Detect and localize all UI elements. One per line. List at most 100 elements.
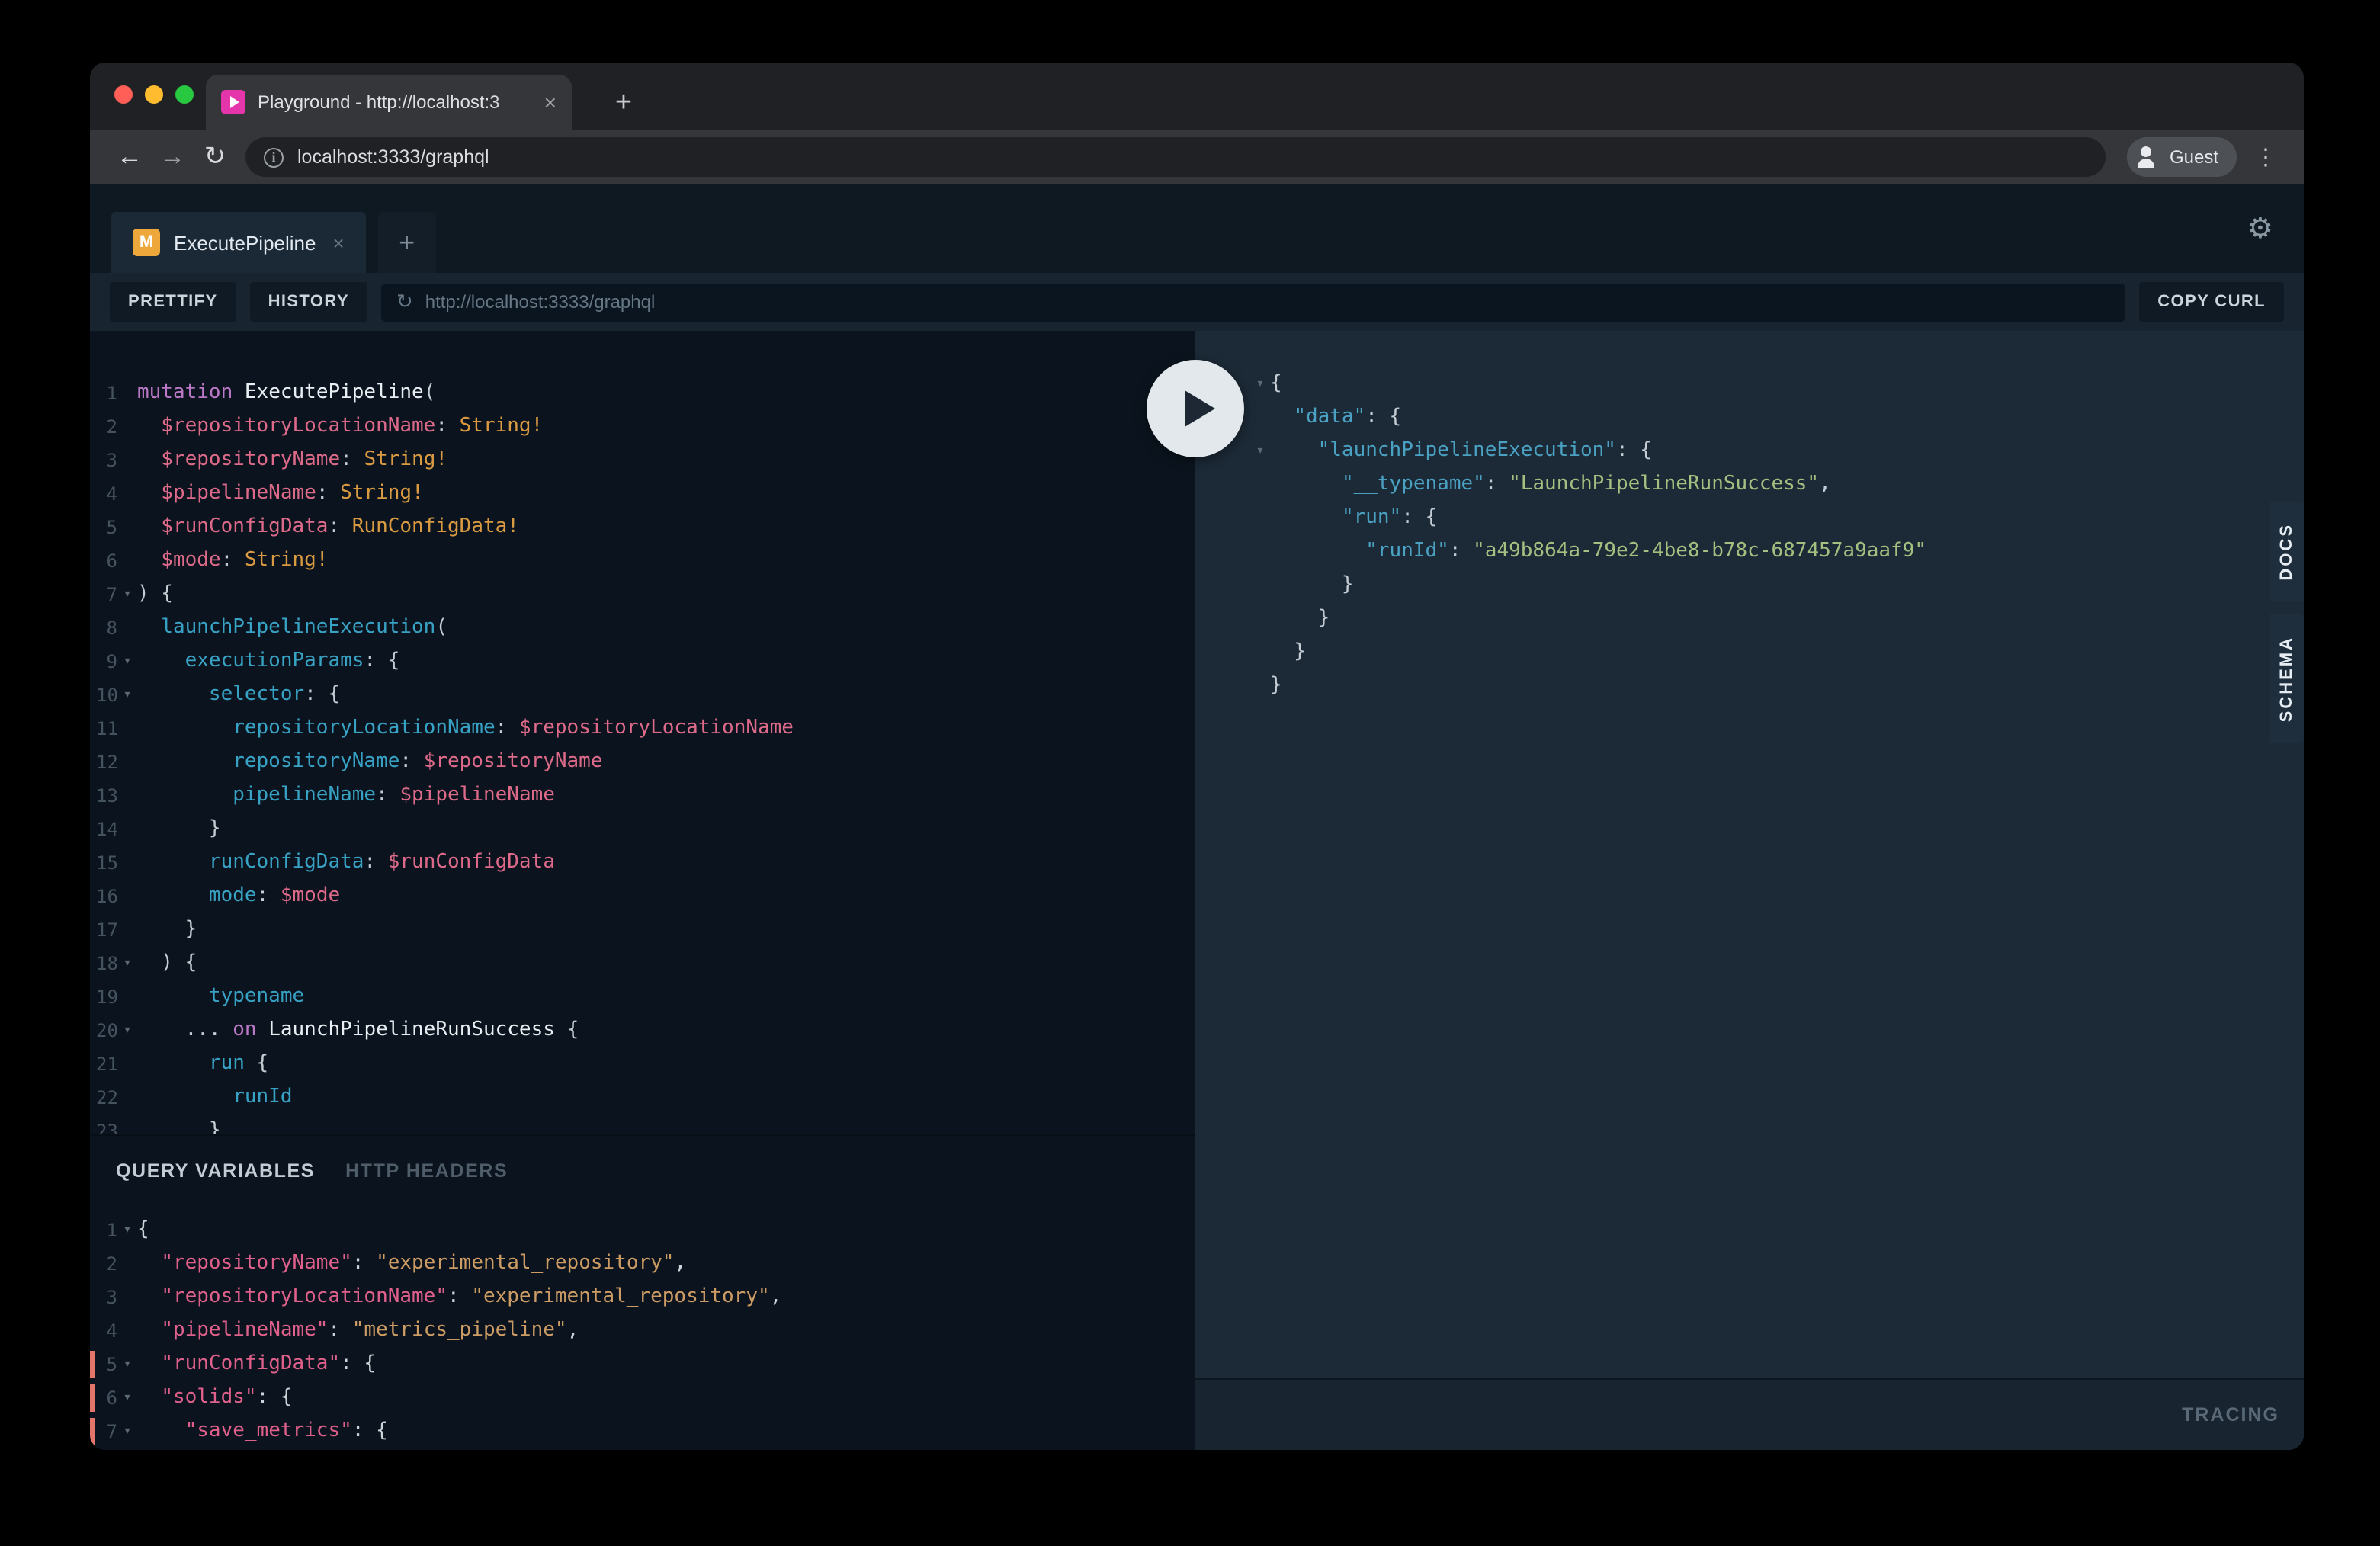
fold-arrow-icon[interactable]: ▾ bbox=[117, 678, 137, 712]
forward-icon[interactable]: → bbox=[151, 142, 194, 172]
fold-gutter bbox=[117, 980, 137, 1014]
tracing-bar[interactable]: TRACING bbox=[1195, 1378, 2304, 1450]
fold-gutter bbox=[1250, 602, 1270, 636]
fold-gutter bbox=[117, 1047, 137, 1081]
fold-gutter bbox=[117, 880, 137, 913]
code-line: "__typename": "LaunchPipelineRunSuccess"… bbox=[1250, 468, 2304, 502]
browser-menu-icon[interactable]: ⋮ bbox=[2246, 143, 2285, 171]
fold-gutter bbox=[117, 410, 137, 444]
copy-curl-button[interactable]: COPY CURL bbox=[2139, 282, 2284, 322]
tab-http-headers[interactable]: HTTP HEADERS bbox=[345, 1160, 508, 1181]
fold-arrow-icon[interactable]: ▾ bbox=[117, 1214, 137, 1247]
line-number: 19 bbox=[90, 980, 117, 1014]
back-icon[interactable]: ← bbox=[108, 142, 151, 172]
fold-gutter bbox=[117, 444, 137, 477]
line-number: 18 bbox=[90, 947, 117, 980]
code-line: 4 "pipelineName": "metrics_pipeline", bbox=[90, 1314, 1195, 1348]
code-line: 14 } bbox=[90, 813, 1195, 846]
close-tab-icon[interactable]: × bbox=[544, 90, 557, 114]
fold-gutter bbox=[117, 377, 137, 410]
profile-button[interactable]: Guest bbox=[2127, 137, 2237, 177]
new-tab-button[interactable]: + bbox=[602, 82, 645, 125]
variables-header: QUERY VARIABLES HTTP HEADERS bbox=[90, 1134, 1195, 1204]
fold-gutter bbox=[1250, 636, 1270, 669]
code-text: "repositoryName": "experimental_reposito… bbox=[137, 1247, 686, 1281]
endpoint-input[interactable]: ↻ http://localhost:3333/graphql bbox=[381, 283, 2125, 321]
code-text: "launchPipelineExecution": { bbox=[1270, 435, 1652, 468]
code-line: 17 } bbox=[90, 913, 1195, 947]
line-number: 1 bbox=[90, 1214, 117, 1247]
lint-marker bbox=[90, 1384, 95, 1412]
fold-gutter bbox=[117, 813, 137, 846]
fold-arrow-icon[interactable]: ▾ bbox=[117, 1381, 137, 1415]
fold-gutter bbox=[117, 779, 137, 813]
fold-arrow-icon[interactable]: ▾ bbox=[117, 947, 137, 980]
code-line: } bbox=[1250, 602, 2304, 636]
execute-button[interactable] bbox=[1147, 360, 1244, 457]
code-text: repositoryName: $repositoryName bbox=[137, 746, 603, 779]
profile-avatar-icon bbox=[2133, 143, 2160, 171]
code-line: 7▾) { bbox=[90, 578, 1195, 611]
prettify-button[interactable]: PRETTIFY bbox=[110, 282, 236, 322]
fold-gutter bbox=[1250, 401, 1270, 435]
fold-gutter bbox=[117, 1081, 137, 1115]
address-bar[interactable]: i localhost:3333/graphql bbox=[245, 137, 2106, 177]
close-window-button[interactable] bbox=[114, 85, 133, 104]
code-line: 12 repositoryName: $repositoryName bbox=[90, 746, 1195, 779]
line-number: 1 bbox=[90, 377, 117, 410]
response-viewer[interactable]: ▾{ "data": {▾ "launchPipelineExecution":… bbox=[1195, 331, 2304, 1378]
code-line: 10▾ selector: { bbox=[90, 678, 1195, 712]
fold-arrow-icon[interactable]: ▾ bbox=[117, 1348, 137, 1381]
browser-toolbar: ← → ↻ i localhost:3333/graphql Guest ⋮ bbox=[90, 130, 2304, 184]
code-text: selector: { bbox=[137, 678, 340, 712]
line-number: 8 bbox=[90, 611, 117, 645]
fold-arrow-icon[interactable]: ▾ bbox=[117, 1415, 137, 1448]
code-text: "data": { bbox=[1270, 401, 1401, 435]
page-info-icon[interactable]: i bbox=[264, 147, 284, 167]
code-text: repositoryLocationName: $repositoryLocat… bbox=[137, 712, 794, 746]
code-line: 13 pipelineName: $pipelineName bbox=[90, 779, 1195, 813]
fold-arrow-icon[interactable]: ▾ bbox=[1250, 367, 1270, 401]
code-text: $repositoryName: String! bbox=[137, 444, 447, 477]
endpoint-url: http://localhost:3333/graphql bbox=[425, 291, 656, 313]
fold-arrow-icon[interactable]: ▾ bbox=[1250, 435, 1270, 468]
code-line: 15 runConfigData: $runConfigData bbox=[90, 846, 1195, 880]
fold-arrow-icon[interactable]: ▾ bbox=[117, 645, 137, 678]
code-text: { bbox=[137, 1214, 149, 1247]
fold-gutter bbox=[1250, 468, 1270, 502]
session-tab[interactable]: M ExecutePipeline × bbox=[111, 212, 366, 273]
minimize-window-button[interactable] bbox=[145, 85, 163, 104]
query-editor[interactable]: 1mutation ExecutePipeline(2 $repositoryL… bbox=[90, 331, 1195, 1134]
right-pane: ▾{ "data": {▾ "launchPipelineExecution":… bbox=[1195, 331, 2304, 1450]
refresh-endpoint-icon[interactable]: ↻ bbox=[396, 290, 413, 314]
browser-tab[interactable]: Playground - http://localhost:3 × bbox=[206, 75, 572, 130]
code-line: "run": { bbox=[1250, 502, 2304, 535]
code-text: mutation ExecutePipeline( bbox=[137, 377, 435, 410]
reload-icon[interactable]: ↻ bbox=[194, 142, 236, 172]
variables-editor[interactable]: 1▾{2 "repositoryName": "experimental_rep… bbox=[90, 1204, 1195, 1450]
code-line: 5▾ "runConfigData": { bbox=[90, 1348, 1195, 1381]
code-line: 5 $runConfigData: RunConfigData! bbox=[90, 511, 1195, 544]
history-button[interactable]: HISTORY bbox=[250, 282, 367, 322]
code-text: "pipelineName": "metrics_pipeline", bbox=[137, 1314, 579, 1348]
zoom-window-button[interactable] bbox=[175, 85, 194, 104]
tab-query-variables[interactable]: QUERY VARIABLES bbox=[116, 1160, 315, 1181]
tab-docs[interactable]: DOCS bbox=[2270, 502, 2304, 602]
fold-arrow-icon[interactable]: ▾ bbox=[117, 578, 137, 611]
code-line: 20▾ ... on LaunchPipelineRunSuccess { bbox=[90, 1014, 1195, 1047]
line-number: 4 bbox=[90, 1314, 117, 1348]
line-number: 22 bbox=[90, 1081, 117, 1115]
code-line: 23 } bbox=[90, 1115, 1195, 1134]
code-text: run { bbox=[137, 1047, 268, 1081]
settings-gear-icon[interactable]: ⚙ bbox=[2247, 211, 2282, 246]
code-text: runId bbox=[137, 1081, 293, 1115]
session-tab-close-icon[interactable]: × bbox=[332, 231, 344, 254]
code-text: "__typename": "LaunchPipelineRunSuccess"… bbox=[1270, 468, 1831, 502]
code-line: 3 "repositoryLocationName": "experimenta… bbox=[90, 1281, 1195, 1314]
tab-schema[interactable]: SCHEMA bbox=[2270, 614, 2304, 743]
playground-main: 1mutation ExecutePipeline(2 $repositoryL… bbox=[90, 331, 2304, 1450]
code-text: ) { bbox=[137, 947, 197, 980]
new-session-tab-button[interactable]: + bbox=[378, 212, 436, 273]
code-text: "save_metrics": { bbox=[137, 1415, 388, 1448]
fold-arrow-icon[interactable]: ▾ bbox=[117, 1014, 137, 1047]
